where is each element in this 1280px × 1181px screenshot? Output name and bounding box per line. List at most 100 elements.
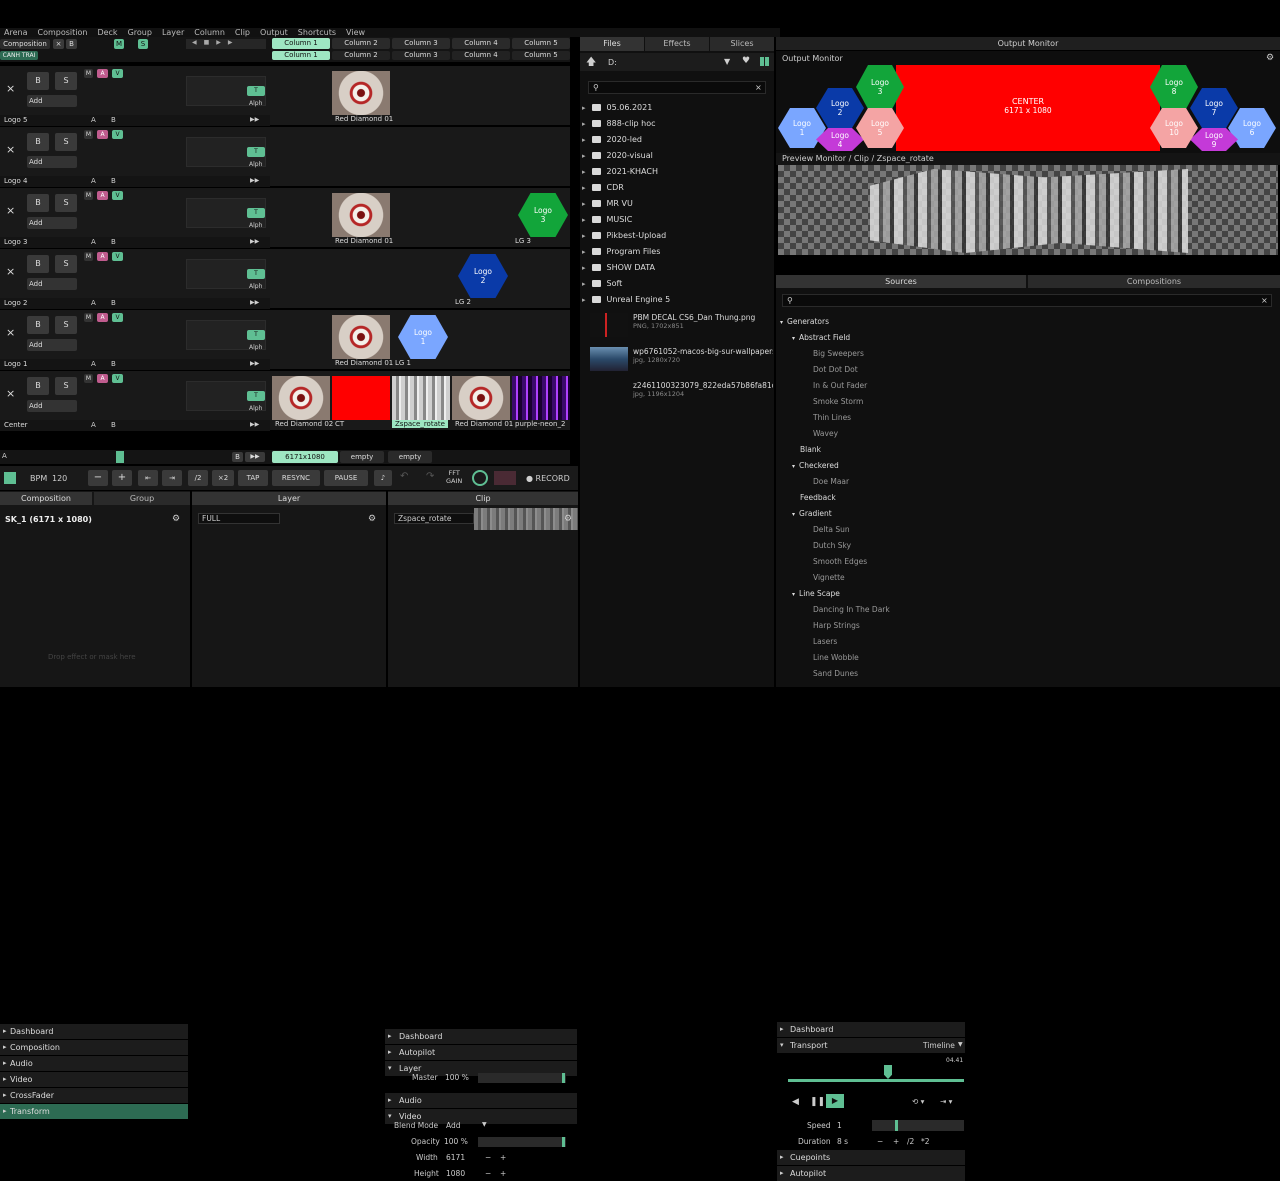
clip-timeline-bar[interactable] (788, 1079, 964, 1082)
tab-clip[interactable]: Clip (388, 492, 578, 505)
tab-effects[interactable]: Effects (645, 37, 709, 51)
column-subheader-3[interactable]: Column 3 (392, 51, 450, 60)
layer-clear-button[interactable]: × (6, 204, 15, 217)
crossfader-handle[interactable] (116, 451, 124, 463)
clip-thumbnail[interactable] (512, 376, 570, 420)
tree-item[interactable]: Line Wobble (813, 653, 859, 662)
layer-clear-button[interactable]: × (6, 387, 15, 400)
layer-add-dropdown[interactable]: Add (27, 95, 77, 107)
double-bpm-button[interactable]: ×2 (212, 470, 234, 486)
duration-double-button[interactable]: *2 (921, 1137, 930, 1146)
drive-select[interactable]: D: (608, 58, 617, 67)
bpm-value[interactable]: 120 (52, 474, 67, 483)
tab-compositions[interactable]: Compositions (1028, 275, 1280, 288)
clip-thumbnail[interactable] (392, 376, 450, 420)
layer-bypass-button[interactable]: B (27, 194, 49, 212)
layer-section-autopilot[interactable]: ▸ Autopilot (385, 1045, 577, 1060)
file-thumbnail[interactable] (590, 313, 628, 337)
layer-v-button[interactable]: V (112, 313, 123, 322)
speed-value[interactable]: 1 (837, 1121, 842, 1130)
speed-slider[interactable] (872, 1120, 964, 1131)
master-value[interactable]: 100 % (445, 1073, 469, 1082)
clip-thumbnail[interactable] (332, 193, 390, 237)
height-value[interactable]: 1080 (446, 1169, 465, 1178)
layer-clear-button[interactable]: × (6, 82, 15, 95)
redo-icon[interactable]: ↷ (426, 471, 434, 482)
layer-solo-button[interactable]: S (55, 377, 77, 395)
deck-play-controls[interactable]: ▶▶ (245, 452, 265, 462)
layer-a-button[interactable]: A (97, 374, 108, 383)
layer-crossfader-a[interactable]: A (91, 238, 96, 246)
layer-crossfader-b[interactable]: B (111, 238, 116, 246)
layer-a-button[interactable]: A (97, 313, 108, 322)
deck-tab-empty-1[interactable]: empty (340, 451, 384, 463)
folder-item[interactable]: ▸ Program Files (582, 247, 660, 256)
layer-play-controls[interactable]: ▶▶ (250, 116, 259, 123)
layer-bypass-button[interactable]: B (27, 255, 49, 273)
layer-crossfader-a[interactable]: A (91, 177, 96, 185)
tree-item[interactable]: Sand Dunes (813, 669, 858, 678)
tree-item[interactable]: Big Sweepers (813, 349, 864, 358)
opacity-value[interactable]: 100 % (444, 1137, 468, 1146)
column-header-2[interactable]: Column 2 (332, 38, 390, 49)
master-slider[interactable] (478, 1073, 566, 1083)
tree-item[interactable]: Smooth Edges (813, 557, 867, 566)
file-thumbnail[interactable] (590, 381, 628, 405)
tab-composition[interactable]: Composition (0, 492, 92, 505)
chevron-down-icon[interactable]: ▼ (482, 1121, 487, 1128)
layer-v-button[interactable]: V (112, 130, 123, 139)
layer-v-button[interactable]: V (112, 374, 123, 383)
timeline-playhead[interactable] (884, 1065, 892, 1079)
tree-item[interactable]: Vignette (813, 573, 845, 582)
tree-item[interactable]: Thin Lines (813, 413, 851, 422)
layer-bypass-button[interactable]: B (27, 133, 49, 151)
clip-thumbnail[interactable] (452, 376, 510, 420)
clip-thumbnail[interactable] (332, 315, 390, 359)
undo-icon[interactable]: ↶ (400, 471, 408, 482)
layer-crossfader-b[interactable]: B (111, 116, 116, 124)
folder-item[interactable]: ▸ SHOW DATA (582, 263, 655, 272)
resync-button[interactable]: RESYNC (272, 470, 320, 486)
layer-solo-button[interactable]: S (55, 133, 77, 151)
layer-crossfader-b[interactable]: B (111, 421, 116, 429)
close-icon[interactable]: × (755, 83, 762, 92)
layer-play-controls[interactable]: ▶▶ (250, 177, 259, 184)
menu-composition[interactable]: Composition (33, 28, 93, 37)
opacity-slider[interactable] (478, 1137, 566, 1147)
clip-name-input[interactable]: Zspace_rotate (394, 513, 474, 524)
folder-item[interactable]: ▸ Unreal Engine 5 (582, 295, 670, 304)
folder-item[interactable]: ▸ 888-clip hoc (582, 119, 656, 128)
end-mode-icon[interactable]: ⇥ ▾ (940, 1097, 952, 1106)
nudge-back-icon[interactable]: ⇤ (138, 470, 158, 486)
column-header-1[interactable]: Column 1 (272, 38, 330, 49)
fft-gain-knob[interactable] (472, 470, 488, 486)
menu-layer[interactable]: Layer (158, 28, 190, 37)
layer-name-input[interactable]: FULL (198, 513, 280, 524)
tree-item[interactable]: Dutch Sky (813, 541, 851, 550)
grid-view-icon[interactable] (760, 57, 769, 66)
layer-m-button[interactable]: M (84, 69, 93, 78)
deck-tab-active[interactable]: 6171x1080 (272, 451, 338, 463)
expand-icon[interactable]: ▾ (792, 463, 795, 470)
tree-item[interactable]: Dancing In The Dark (813, 605, 890, 614)
duration-plus-button[interactable]: + (893, 1137, 899, 1146)
tree-item[interactable]: Harp Strings (813, 621, 860, 630)
menu-clip[interactable]: Clip (231, 28, 256, 37)
layer-add-dropdown[interactable]: Add (27, 339, 77, 351)
gear-icon[interactable]: ⚙ (172, 514, 180, 524)
menu-view[interactable]: View (342, 28, 371, 37)
layer-add-dropdown[interactable]: Add (27, 156, 77, 168)
layer-t-button[interactable]: T (247, 208, 265, 218)
composition-m-button[interactable]: M (114, 39, 124, 49)
layer-m-button[interactable]: M (84, 130, 93, 139)
clip-thumbnail[interactable] (272, 376, 330, 420)
composition-clear-button[interactable]: × (53, 39, 64, 49)
deck-a[interactable]: A (2, 452, 7, 460)
column-transport-controls[interactable]: ◀■▶▶ (186, 39, 266, 49)
layer-t-button[interactable]: T (247, 147, 265, 157)
layer-solo-button[interactable]: S (55, 316, 77, 334)
layer-play-controls[interactable]: ▶▶ (250, 299, 259, 306)
layer-bypass-button[interactable]: B (27, 72, 49, 90)
deck-tab-empty-2[interactable]: empty (388, 451, 432, 463)
pause-button[interactable]: PAUSE (324, 470, 368, 486)
